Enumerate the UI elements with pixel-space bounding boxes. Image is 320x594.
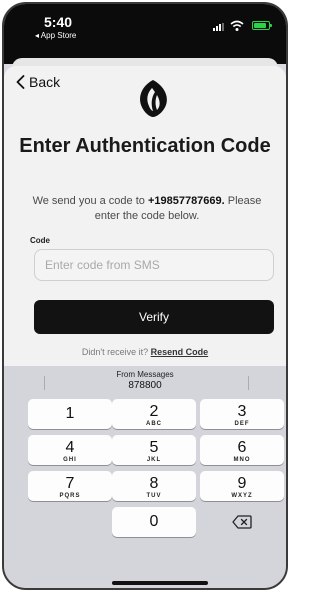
auth-sheet: Back Enter Authentication Code We send y…: [4, 66, 286, 372]
key-letters: GHI: [63, 457, 77, 463]
key-letters: WXYZ: [231, 493, 253, 499]
key-8[interactable]: 8 TUV: [112, 471, 196, 501]
cellular-signal-icon: [213, 23, 224, 31]
status-bar: 5:40 ◂ App Store: [4, 4, 286, 64]
key-digit: 2: [149, 403, 159, 420]
key-3[interactable]: 3 DEF: [200, 399, 284, 429]
key-digit: 3: [237, 403, 247, 420]
resend-prompt: Didn't receive it?: [81, 347, 151, 357]
back-label: Back: [29, 74, 61, 90]
key-1[interactable]: 1: [28, 399, 112, 429]
suggestion-code: 878800: [128, 380, 162, 391]
key-2[interactable]: 2 ABC: [112, 399, 196, 429]
key-5[interactable]: 5 JKL: [112, 435, 196, 465]
brand-logo-icon: [140, 80, 167, 117]
chevron-left-icon: [16, 75, 25, 89]
key-digit: 6: [237, 439, 247, 456]
key-digit: 1: [65, 405, 75, 422]
key-letters: PQRS: [59, 493, 81, 499]
key-digit: 7: [65, 475, 75, 492]
autofill-suggestion[interactable]: From Messages 878800: [4, 366, 286, 396]
key-6[interactable]: 6 MNO: [200, 435, 284, 465]
back-button[interactable]: Back: [16, 74, 60, 90]
key-4[interactable]: 4 GHI: [28, 435, 112, 465]
key-digit: 4: [65, 439, 75, 456]
key-digit: 9: [237, 475, 247, 492]
code-input[interactable]: [34, 249, 274, 281]
key-0[interactable]: 0: [112, 507, 196, 537]
home-indicator[interactable]: [112, 581, 208, 585]
instruction-prefix: We send you a code to: [32, 195, 148, 207]
resend-code-link[interactable]: Resend Code: [151, 347, 209, 357]
instruction-text: We send you a code to +19857787669. Plea…: [24, 194, 270, 224]
code-field-label: Code: [30, 236, 50, 245]
phone-number: +19857787669.: [147, 195, 225, 207]
key-digit: 5: [149, 439, 159, 456]
resend-row: Didn't receive it? Resend Code: [4, 347, 286, 357]
key-letters: JKL: [146, 457, 162, 463]
suggestion-divider-right: [248, 376, 249, 390]
key-digit: 8: [149, 475, 159, 492]
key-7[interactable]: 7 PQRS: [28, 471, 112, 501]
wifi-icon: [230, 20, 244, 31]
key-letters: TUV: [146, 493, 162, 499]
battery-icon: [252, 21, 272, 30]
suggestion-source: From Messages: [116, 370, 174, 379]
key-digit: 0: [149, 513, 159, 530]
key-letters: MNO: [233, 457, 251, 463]
back-to-app-store[interactable]: ◂ App Store: [35, 31, 76, 40]
delete-key[interactable]: [200, 507, 284, 537]
key-letters: ABC: [146, 421, 162, 427]
page-title: Enter Authentication Code: [19, 135, 271, 157]
delete-backspace-icon: [232, 515, 252, 529]
phone-frame: 5:40 ◂ App Store Back Enter Authenticati…: [2, 2, 288, 590]
verify-button[interactable]: Verify: [34, 300, 274, 334]
key-9[interactable]: 9 WXYZ: [200, 471, 284, 501]
status-time: 5:40: [44, 14, 73, 30]
numeric-keyboard: From Messages 878800 1 2 ABC 3 DEF 4 GHI…: [4, 366, 286, 588]
key-letters: DEF: [234, 421, 250, 427]
